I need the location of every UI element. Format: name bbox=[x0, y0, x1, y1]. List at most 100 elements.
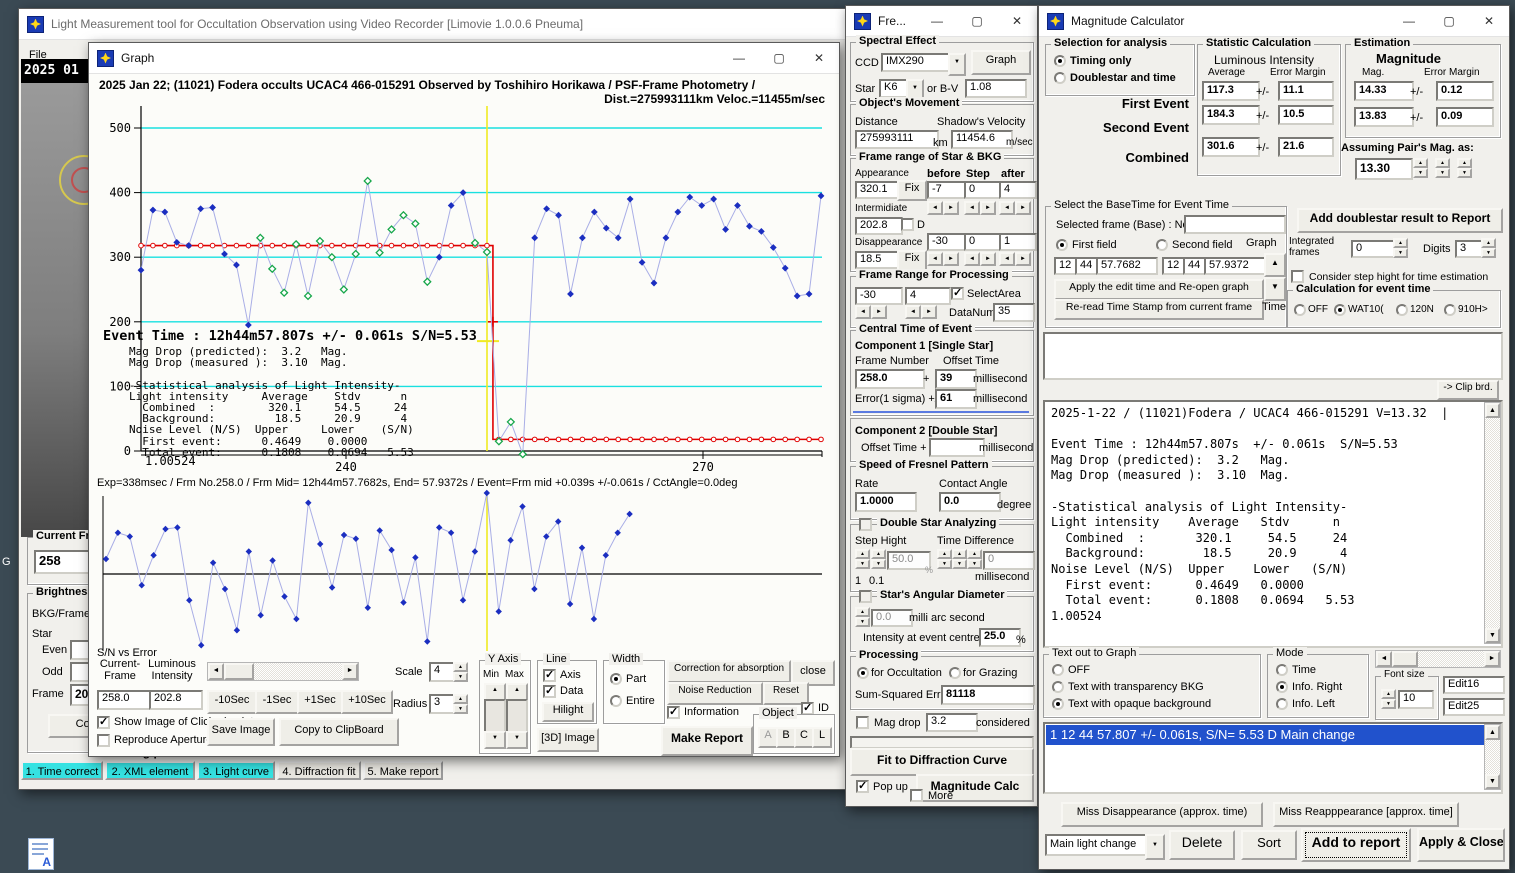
sum-squared-field[interactable]: 81118 bbox=[941, 685, 1035, 705]
report-text-area[interactable]: 2025-1-22 / (11021)Fodera / UCAC4 466-01… bbox=[1043, 400, 1503, 648]
edit16-field[interactable]: Edit16 bbox=[1443, 676, 1505, 694]
event-frame-field[interactable]: 258.0 bbox=[855, 369, 925, 389]
spectral-graph-button[interactable]: Graph bbox=[971, 50, 1031, 75]
pair-mag-spinner-2[interactable]: ▲ ▼ bbox=[1435, 158, 1450, 178]
graph-up-button[interactable]: ▲ bbox=[1264, 253, 1286, 277]
after1-spinner[interactable]: ◄ ► bbox=[999, 201, 1031, 215]
angular-field[interactable]: 0.0 bbox=[871, 609, 913, 627]
close-icon[interactable]: ✕ bbox=[1469, 6, 1509, 36]
step-spinner-2[interactable]: ▲ ▼ bbox=[871, 549, 886, 569]
textout-transparency-radio[interactable] bbox=[1052, 681, 1064, 693]
object-c-button[interactable]: C bbox=[794, 727, 814, 748]
information-checkbox[interactable] bbox=[667, 705, 680, 719]
intensity-centre-field[interactable]: 25.0 bbox=[979, 628, 1021, 647]
before1-field[interactable]: -7 bbox=[927, 181, 969, 199]
frame-scrollbar[interactable]: ◄ ► bbox=[207, 662, 359, 681]
second-field-radio[interactable] bbox=[1156, 239, 1168, 251]
close-icon[interactable]: ✕ bbox=[799, 43, 839, 73]
apply-close-button[interactable]: Apply & Close bbox=[1417, 828, 1505, 862]
timing-only-radio[interactable] bbox=[1054, 55, 1066, 67]
range-end-field[interactable]: 4 bbox=[905, 287, 951, 305]
d-checkbox[interactable] bbox=[901, 218, 914, 231]
calc-910h-radio[interactable] bbox=[1444, 304, 1456, 316]
object-l-button[interactable]: L bbox=[812, 727, 832, 748]
consider-step-checkbox[interactable] bbox=[1291, 270, 1304, 283]
part-radio[interactable] bbox=[610, 673, 622, 685]
step-spinner-1[interactable]: ▲ ▼ bbox=[855, 549, 870, 569]
mag1-err-field[interactable]: 0.12 bbox=[1436, 81, 1494, 101]
t1-sec-field[interactable]: 57.7682 bbox=[1096, 257, 1158, 275]
pair-mag-field[interactable]: 13.30 bbox=[1355, 158, 1413, 180]
minus-10sec-button[interactable]: -10Sec bbox=[207, 690, 257, 714]
add-to-report-button[interactable]: Add to report bbox=[1301, 828, 1411, 862]
hilight-button[interactable]: Hilight bbox=[542, 702, 594, 722]
integrated-spinner[interactable]: ▲ ▼ bbox=[1393, 238, 1408, 258]
maximize-icon[interactable]: ▢ bbox=[1429, 6, 1469, 36]
velocity-field[interactable]: 11454.6 bbox=[951, 130, 1013, 149]
pair-mag-spinner-1[interactable]: ▲ ▼ bbox=[1413, 158, 1428, 178]
save-image-button[interactable]: Save Image bbox=[207, 718, 275, 746]
mag2-field[interactable]: 13.83 bbox=[1354, 107, 1414, 127]
reproduce-aperture-checkbox[interactable] bbox=[97, 734, 110, 747]
event-list-box[interactable]: 1 12 44 57.807 +/- 0.061s, S/N= 5.53 D M… bbox=[1043, 722, 1503, 794]
close-icon[interactable]: ✕ bbox=[997, 6, 1037, 36]
ccd-select[interactable]: IMX290 bbox=[881, 53, 957, 72]
clip-board-button[interactable]: -> Clip brd. bbox=[1437, 380, 1499, 400]
correction-absorption-button[interactable]: Correction for absorption bbox=[667, 660, 791, 683]
after2-spinner[interactable]: ◄ ► bbox=[999, 252, 1031, 266]
minus-1sec-button[interactable]: -1Sec bbox=[255, 690, 299, 714]
popup-checkbox[interactable] bbox=[856, 779, 869, 793]
ccd-dropdown-icon[interactable]: ▼ bbox=[948, 53, 966, 76]
yaxis-min-track[interactable] bbox=[484, 699, 506, 733]
angular-spinner[interactable]: ▲ ▼ bbox=[855, 607, 870, 627]
first-field-radio[interactable] bbox=[1056, 239, 1068, 251]
plus-1sec-button[interactable]: +1Sec bbox=[297, 690, 343, 714]
add-doublestar-button[interactable]: Add doublestar result to Report bbox=[1297, 208, 1503, 233]
main-titlebar[interactable]: Light Measurement tool for Occultation O… bbox=[19, 9, 846, 40]
step1-spinner[interactable]: ◄ ► bbox=[964, 201, 996, 215]
text-position-scrollbar[interactable]: ◄ ► bbox=[1375, 650, 1501, 668]
font-size-spinner[interactable]: ▲ ▼ bbox=[1381, 689, 1396, 709]
integrated-frames-field[interactable]: 0 bbox=[1351, 240, 1399, 258]
step2-spinner[interactable]: ◄ ► bbox=[964, 252, 996, 266]
error-field[interactable]: 61 bbox=[935, 389, 977, 409]
digits-spinner[interactable]: ▲ ▼ bbox=[1481, 238, 1496, 258]
yaxis-max-down-icon[interactable]: ▼ bbox=[506, 731, 528, 749]
time-spinner-2[interactable]: ▲ ▼ bbox=[952, 549, 967, 569]
apply-edit-time-button[interactable]: Apply the edit time and Re-open graph bbox=[1054, 279, 1264, 300]
mag-drop-checkbox[interactable] bbox=[856, 716, 869, 729]
second-err-field[interactable]: 10.5 bbox=[1278, 105, 1334, 125]
step2-field[interactable]: 0 bbox=[964, 233, 1004, 251]
miss-reappearance-button[interactable]: Miss Reapppearance [approx. time] bbox=[1273, 802, 1459, 827]
entire-radio[interactable] bbox=[610, 695, 622, 707]
mode-time-radio[interactable] bbox=[1276, 664, 1288, 676]
graph-titlebar[interactable]: Graph — ▢ ✕ bbox=[89, 43, 839, 74]
minimize-icon[interactable]: — bbox=[917, 6, 957, 36]
textout-off-radio[interactable] bbox=[1052, 664, 1064, 676]
show-image-checkbox[interactable] bbox=[97, 715, 110, 729]
event-list-item-selected[interactable]: 1 12 44 57.807 +/- 0.061s, S/N= 5.53 D M… bbox=[1046, 725, 1484, 745]
fit-diffraction-button[interactable]: Fit to Diffraction Curve bbox=[850, 748, 1034, 776]
3d-image-button[interactable]: [3D] Image bbox=[537, 728, 599, 752]
yaxis-max-track[interactable] bbox=[506, 699, 528, 733]
range-start-spinner[interactable]: ◄ ► bbox=[855, 305, 887, 319]
process-tab[interactable]: 3. Light curve bbox=[197, 761, 275, 780]
maximize-icon[interactable]: ▢ bbox=[957, 6, 997, 36]
before2-spinner[interactable]: ◄ ► bbox=[927, 252, 959, 266]
t2-sec-field[interactable]: 57.9372 bbox=[1204, 257, 1266, 275]
step1-field[interactable]: 0 bbox=[964, 181, 1004, 199]
combined-avg-field[interactable]: 301.6 bbox=[1202, 137, 1260, 157]
edit25-field[interactable]: Edit25 bbox=[1443, 698, 1505, 716]
pair-mag-spinner-3[interactable]: ▲ ▼ bbox=[1457, 158, 1472, 178]
process-tab[interactable]: 1. Time correct bbox=[21, 761, 103, 780]
distance-field[interactable]: 275993111 bbox=[855, 130, 939, 149]
light-change-dropdown[interactable]: Main light change bbox=[1045, 834, 1151, 856]
doublestar-time-radio[interactable] bbox=[1054, 72, 1066, 84]
object-b-button[interactable]: B bbox=[776, 727, 796, 748]
axis-checkbox[interactable] bbox=[543, 668, 556, 682]
second-avg-field[interactable]: 184.3 bbox=[1202, 105, 1260, 125]
appearance-field[interactable]: 320.1 bbox=[855, 181, 903, 199]
time-difference-field[interactable]: 0 bbox=[983, 551, 1035, 570]
time-spinner-3[interactable]: ▲ ▼ bbox=[967, 549, 982, 569]
process-tab[interactable]: 5. Make report bbox=[363, 761, 443, 780]
